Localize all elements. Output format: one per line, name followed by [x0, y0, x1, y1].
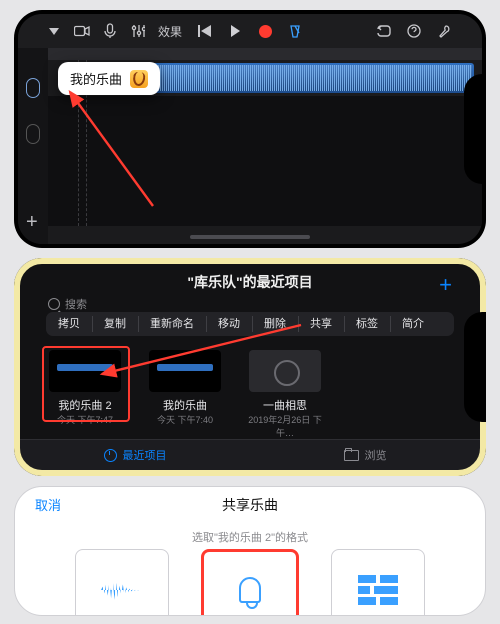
- share-subtitle: 选取"我的乐曲 2"的格式: [15, 529, 485, 545]
- metronome-icon[interactable]: [287, 23, 303, 39]
- timeline-ruler[interactable]: [48, 48, 482, 60]
- bell-icon: [235, 575, 265, 609]
- tracks-empty-area: [48, 96, 482, 226]
- garageband-app-icon: [130, 70, 148, 88]
- format-project[interactable]: [331, 549, 425, 616]
- garageband-editor-screenshot: 效果 + 我的乐曲: [14, 10, 486, 248]
- share-title: 共享乐曲: [15, 495, 485, 515]
- share-sheet-screenshot: 取消 共享乐曲 选取"我的乐曲 2"的格式: [14, 486, 486, 616]
- home-indicator: [190, 235, 310, 239]
- track-header-1[interactable]: [26, 78, 40, 98]
- editor-toolbar: 效果: [18, 14, 482, 48]
- popup-label: 我的乐曲: [70, 69, 122, 88]
- highlight-border: [14, 258, 486, 476]
- format-song[interactable]: [75, 549, 169, 616]
- device-notch: [464, 74, 486, 184]
- play-icon[interactable]: [227, 23, 243, 39]
- add-track-button[interactable]: +: [26, 211, 38, 234]
- recent-projects-screenshot: "库乐队"的最近项目 + 搜索 拷贝 复制 重新命名 移动 删除 共享 标签 简…: [14, 258, 486, 476]
- waveform-icon: [101, 576, 143, 604]
- settings-wrench-icon[interactable]: [436, 23, 452, 39]
- track-header-2[interactable]: [26, 124, 40, 144]
- rewind-icon[interactable]: [197, 23, 213, 39]
- loop-icon[interactable]: [376, 23, 392, 39]
- project-icon: [358, 575, 398, 605]
- help-icon[interactable]: [406, 23, 422, 39]
- format-ringtone[interactable]: [201, 549, 299, 616]
- record-icon[interactable]: [257, 23, 273, 39]
- my-songs-popup[interactable]: 我的乐曲: [58, 62, 160, 95]
- format-options: [15, 549, 485, 616]
- device-notch: [464, 312, 486, 422]
